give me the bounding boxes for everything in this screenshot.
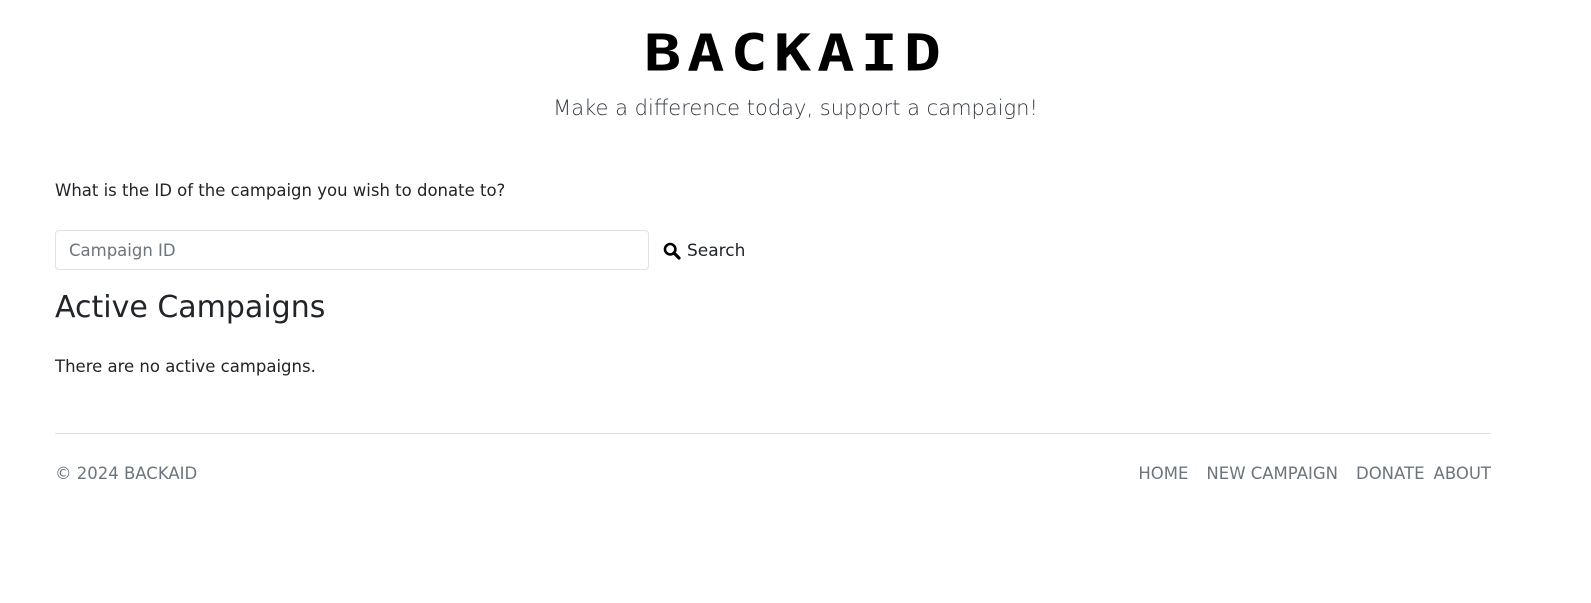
footer-nav: HOME NEW CAMPAIGN DONATE ABOUT (1138, 463, 1491, 485)
search-button[interactable]: Search (663, 238, 745, 264)
search-icon (663, 242, 681, 260)
footer-divider (55, 433, 1491, 434)
tagline: Make a difference today, support a campa… (553, 96, 1038, 120)
empty-campaigns-message: There are no active campaigns. (55, 357, 316, 376)
search-question: What is the ID of the campaign you wish … (55, 181, 506, 200)
page: BACKAID Make a difference today, support… (0, 0, 1591, 603)
footer-link-donate[interactable]: DONATE (1356, 463, 1425, 485)
brand-logo[interactable]: BACKAID (0, 28, 1591, 79)
footer-link-about[interactable]: ABOUT (1434, 463, 1491, 485)
active-campaigns-heading: Active Campaigns (55, 290, 326, 325)
search-button-label: Search (687, 241, 746, 261)
copyright: © 2024 BACKAID (55, 464, 198, 483)
footer-link-home[interactable]: HOME (1138, 463, 1188, 485)
footer-link-new-campaign[interactable]: NEW CAMPAIGN (1206, 463, 1338, 485)
campaign-id-input[interactable] (55, 230, 649, 270)
